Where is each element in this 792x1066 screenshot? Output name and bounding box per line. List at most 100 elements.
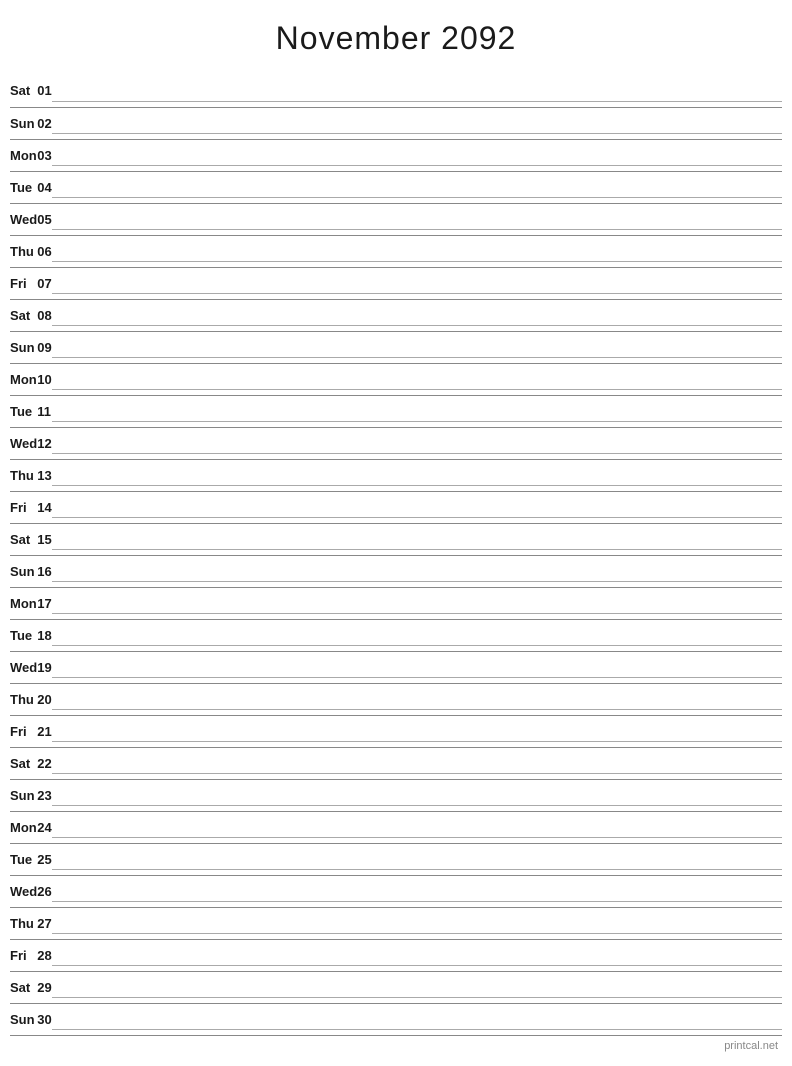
day-number: 16 <box>37 555 51 587</box>
calendar-row: Sat22 <box>10 747 782 779</box>
calendar-row: Thu20 <box>10 683 782 715</box>
day-number: 22 <box>37 747 51 779</box>
day-line <box>52 811 782 843</box>
day-line <box>52 491 782 523</box>
calendar-table: Sat01Sun02Mon03Tue04Wed05Thu06Fri07Sat08… <box>10 75 782 1036</box>
day-line <box>52 555 782 587</box>
day-number: 04 <box>37 171 51 203</box>
calendar-row: Mon10 <box>10 363 782 395</box>
day-name: Tue <box>10 395 37 427</box>
day-line <box>52 779 782 811</box>
calendar-row: Tue11 <box>10 395 782 427</box>
calendar-row: Sat01 <box>10 75 782 107</box>
day-name: Wed <box>10 651 37 683</box>
day-number: 29 <box>37 971 51 1003</box>
calendar-row: Mon24 <box>10 811 782 843</box>
calendar-page: November 2092 Sat01Sun02Mon03Tue04Wed05T… <box>0 0 792 1066</box>
day-number: 09 <box>37 331 51 363</box>
day-number: 06 <box>37 235 51 267</box>
day-number: 01 <box>37 75 51 107</box>
day-number: 23 <box>37 779 51 811</box>
day-name: Tue <box>10 843 37 875</box>
day-line <box>52 587 782 619</box>
day-name: Sun <box>10 779 37 811</box>
day-name: Tue <box>10 619 37 651</box>
day-line <box>52 715 782 747</box>
day-number: 25 <box>37 843 51 875</box>
calendar-row: Thu06 <box>10 235 782 267</box>
day-line <box>52 107 782 139</box>
day-name: Mon <box>10 363 37 395</box>
day-line <box>52 395 782 427</box>
day-name: Fri <box>10 939 37 971</box>
day-line <box>52 363 782 395</box>
day-name: Wed <box>10 427 37 459</box>
calendar-row: Mon17 <box>10 587 782 619</box>
day-number: 18 <box>37 619 51 651</box>
calendar-row: Wed19 <box>10 651 782 683</box>
calendar-row: Sun23 <box>10 779 782 811</box>
day-name: Mon <box>10 811 37 843</box>
day-number: 24 <box>37 811 51 843</box>
day-line <box>52 939 782 971</box>
day-name: Sat <box>10 75 37 107</box>
day-name: Thu <box>10 235 37 267</box>
day-number: 19 <box>37 651 51 683</box>
day-line <box>52 459 782 491</box>
day-name: Sun <box>10 555 37 587</box>
day-line <box>52 267 782 299</box>
day-name: Sun <box>10 107 37 139</box>
day-line <box>52 203 782 235</box>
day-line <box>52 171 782 203</box>
calendar-row: Sun02 <box>10 107 782 139</box>
day-number: 11 <box>37 395 51 427</box>
calendar-row: Sun09 <box>10 331 782 363</box>
day-name: Sat <box>10 971 37 1003</box>
day-name: Fri <box>10 715 37 747</box>
calendar-row: Wed05 <box>10 203 782 235</box>
day-number: 26 <box>37 875 51 907</box>
day-name: Sun <box>10 1003 37 1035</box>
day-line <box>52 875 782 907</box>
day-number: 12 <box>37 427 51 459</box>
day-number: 14 <box>37 491 51 523</box>
calendar-row: Fri07 <box>10 267 782 299</box>
page-title: November 2092 <box>10 20 782 57</box>
day-line <box>52 907 782 939</box>
calendar-row: Sat15 <box>10 523 782 555</box>
day-name: Fri <box>10 491 37 523</box>
day-number: 10 <box>37 363 51 395</box>
day-name: Sat <box>10 747 37 779</box>
day-number: 05 <box>37 203 51 235</box>
calendar-row: Tue25 <box>10 843 782 875</box>
footer-text: printcal.net <box>724 1040 778 1052</box>
day-line <box>52 139 782 171</box>
calendar-row: Wed26 <box>10 875 782 907</box>
calendar-row: Fri14 <box>10 491 782 523</box>
day-number: 30 <box>37 1003 51 1035</box>
day-number: 28 <box>37 939 51 971</box>
calendar-row: Sun30 <box>10 1003 782 1035</box>
calendar-row: Tue18 <box>10 619 782 651</box>
day-line <box>52 1003 782 1035</box>
day-name: Thu <box>10 459 37 491</box>
day-line <box>52 619 782 651</box>
day-number: 20 <box>37 683 51 715</box>
day-number: 15 <box>37 523 51 555</box>
day-name: Thu <box>10 907 37 939</box>
day-name: Sun <box>10 331 37 363</box>
day-number: 07 <box>37 267 51 299</box>
day-line <box>52 683 782 715</box>
day-name: Tue <box>10 171 37 203</box>
day-line <box>52 331 782 363</box>
calendar-row: Sat29 <box>10 971 782 1003</box>
day-name: Sat <box>10 523 37 555</box>
day-number: 27 <box>37 907 51 939</box>
day-name: Mon <box>10 587 37 619</box>
calendar-row: Tue04 <box>10 171 782 203</box>
day-line <box>52 299 782 331</box>
day-line <box>52 651 782 683</box>
day-name: Sat <box>10 299 37 331</box>
day-name: Fri <box>10 267 37 299</box>
calendar-row: Fri21 <box>10 715 782 747</box>
